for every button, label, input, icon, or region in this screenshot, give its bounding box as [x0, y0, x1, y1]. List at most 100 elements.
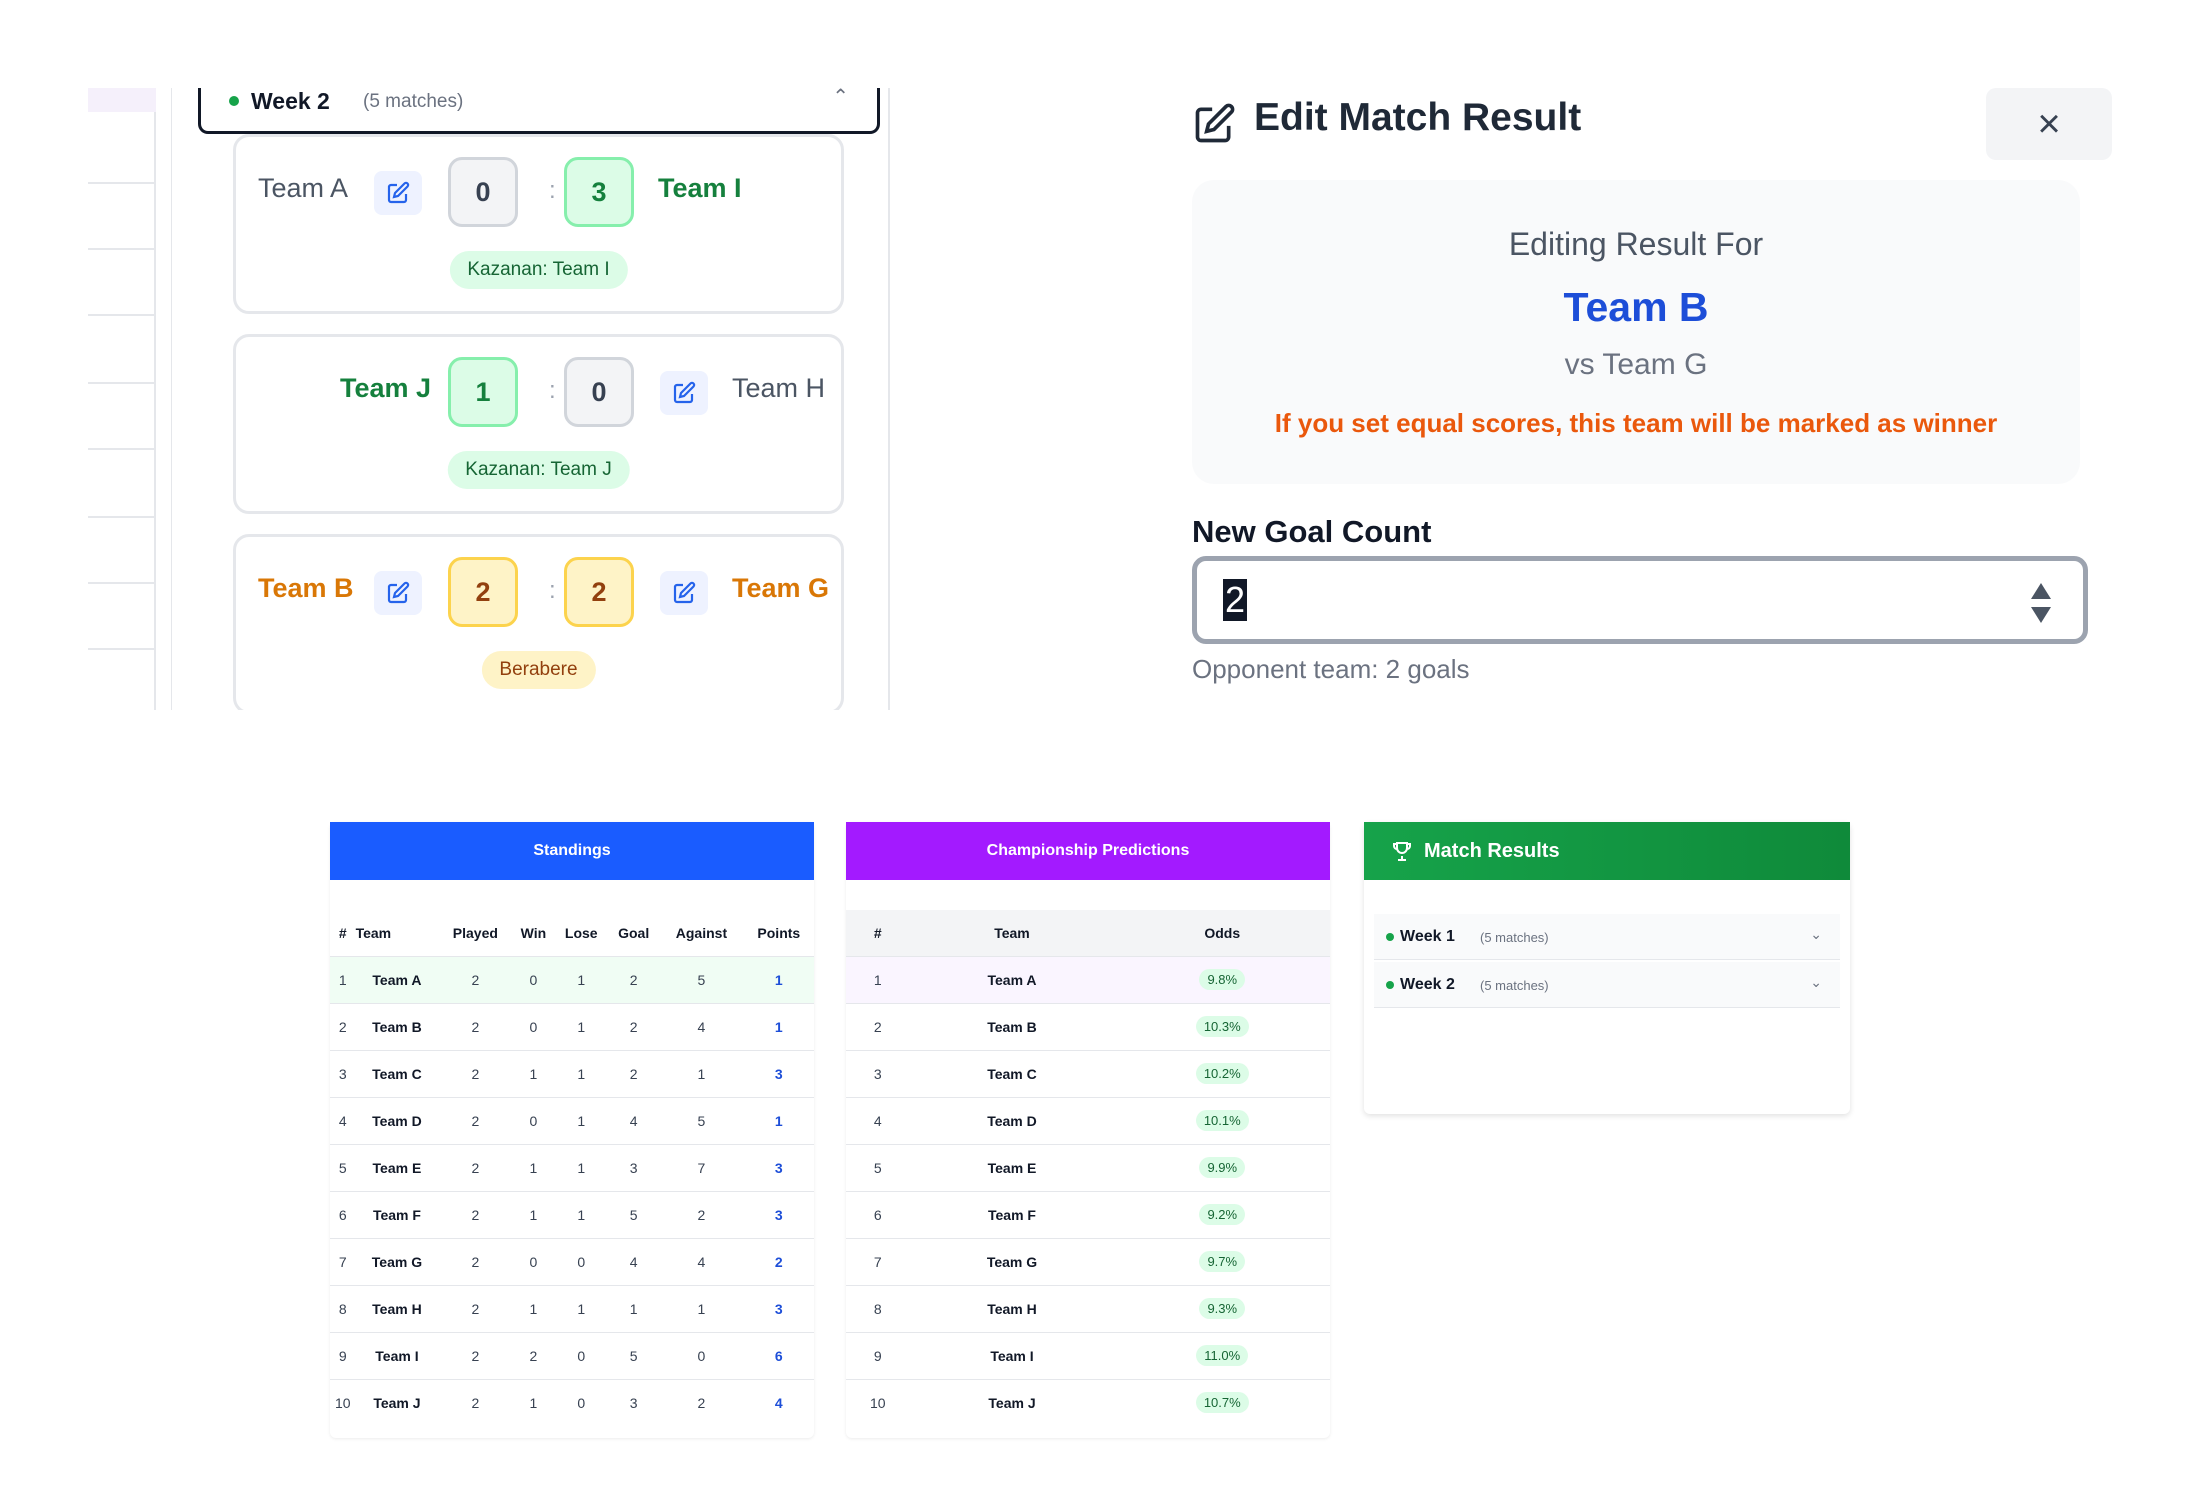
team-cell: Team F	[909, 1190, 1115, 1238]
rank-cell: 7	[330, 1237, 356, 1285]
match-results-header: Match Results	[1364, 822, 1850, 880]
win-cell: 1	[512, 1190, 555, 1238]
win-cell: 2	[512, 1331, 555, 1379]
number-stepper[interactable]	[2029, 581, 2053, 625]
team-cell: Team G	[355, 1237, 439, 1285]
table-row: 9 Team I220506	[330, 1331, 814, 1379]
standings-table: # Team Played Win Lose Goal Against Poin…	[330, 910, 814, 1426]
away-score[interactable]: 3	[564, 157, 634, 227]
team-cell: Team C	[355, 1049, 439, 1097]
col-played: Played	[438, 910, 513, 956]
chevron-down-icon[interactable]: ⌄	[1810, 974, 1822, 991]
close-button[interactable]: ×	[1986, 88, 2112, 160]
rank-cell: 1	[846, 955, 910, 1003]
status-dot	[1386, 933, 1394, 941]
rank-cell: 7	[846, 1237, 910, 1285]
rank-cell: 10	[330, 1378, 356, 1426]
lose-cell: 0	[554, 1378, 609, 1426]
odds-cell: 9.9%	[1114, 1143, 1330, 1191]
home-score[interactable]: 1	[448, 357, 518, 427]
team-cell: Team H	[355, 1284, 439, 1332]
week-2-header[interactable]: Week 2 (5 matches) ⌃	[198, 88, 880, 134]
table-row: 5 Team E211373	[330, 1143, 814, 1191]
team-cell: Team I	[909, 1331, 1115, 1379]
odds-cell: 10.7%	[1114, 1378, 1330, 1426]
rank-cell: 10	[846, 1378, 910, 1426]
table-row: 6 Team F211523	[330, 1190, 814, 1238]
result-badge: Berabere	[481, 651, 596, 689]
editing-label: Editing Result For	[1508, 226, 1764, 262]
against-cell: 0	[659, 1331, 744, 1379]
goal-cell: 2	[608, 955, 660, 1003]
table-row: 3 Team C 10.2%	[846, 1049, 1330, 1097]
table-row: 7 Team G 9.7%	[846, 1237, 1330, 1285]
home-score[interactable]: 0	[448, 157, 518, 227]
week-2-row[interactable]: Week 2 (5 matches) ⌄	[1374, 962, 1840, 1008]
home-team: Team B	[258, 573, 354, 603]
edit-icon	[387, 581, 410, 604]
close-icon: ×	[2037, 101, 2061, 146]
status-dot	[1386, 981, 1394, 989]
edit-home-button[interactable]	[374, 571, 422, 615]
against-cell: 4	[659, 1002, 744, 1050]
odds-badge: 9.3%	[1199, 1298, 1246, 1319]
standings-card: Standings # Team Played Win Lose Goal Ag…	[330, 822, 814, 1438]
table-row: 4 Team D201451	[330, 1096, 814, 1144]
home-score[interactable]: 2	[448, 557, 518, 627]
score-separator: :	[549, 377, 556, 404]
against-cell: 7	[659, 1143, 744, 1191]
edit-away-button[interactable]	[660, 371, 708, 415]
lose-cell: 1	[554, 1002, 609, 1050]
editing-team: Team B	[1563, 284, 1709, 330]
goal-count-input[interactable]: 2	[1192, 556, 2088, 644]
chevron-down-icon[interactable]: ⌄	[1810, 926, 1822, 943]
away-score[interactable]: 2	[564, 557, 634, 627]
goal-cell: 3	[608, 1378, 660, 1426]
away-score[interactable]: 0	[564, 357, 634, 427]
goal-cell: 5	[608, 1190, 660, 1238]
table-header-row: # Team Played Win Lose Goal Against Poin…	[330, 910, 814, 956]
away-team: Team H	[732, 373, 826, 403]
played-cell: 2	[438, 1237, 513, 1285]
odds-badge: 10.3%	[1195, 1016, 1249, 1037]
points-cell: 4	[743, 1378, 814, 1426]
odds-cell: 9.7%	[1114, 1237, 1330, 1285]
rank-cell: 9	[330, 1331, 356, 1379]
table-row: 6 Team F 9.2%	[846, 1190, 1330, 1238]
edit-icon	[673, 381, 696, 404]
rank-cell: 5	[330, 1143, 356, 1191]
chevron-up-icon[interactable]: ⌃	[832, 88, 849, 109]
edit-home-button[interactable]	[374, 171, 422, 215]
odds-badge: 10.7%	[1195, 1392, 1249, 1414]
team-cell: Team D	[909, 1096, 1115, 1144]
col-rank: #	[846, 910, 910, 956]
win-cell: 1	[512, 1049, 555, 1097]
odds-cell: 9.3%	[1114, 1284, 1330, 1332]
lose-cell: 1	[554, 1049, 609, 1097]
goal-cell: 2	[608, 1002, 660, 1050]
points-cell: 3	[743, 1049, 814, 1097]
points-cell: 1	[743, 955, 814, 1003]
modal-title: Edit Match Result	[1254, 96, 1582, 139]
match-card: Team A 0 : 3 Team I Kazanan: Team I	[233, 134, 844, 314]
rank-cell: 9	[846, 1331, 910, 1379]
rank-cell: 6	[330, 1190, 356, 1238]
match-card: Team B 2 : 2 Team G Berabere	[233, 534, 844, 710]
team-cell: Team J	[909, 1378, 1115, 1426]
week-1-row[interactable]: Week 1 (5 matches) ⌄	[1374, 914, 1840, 960]
odds-cell: 9.2%	[1114, 1190, 1330, 1238]
odds-cell: 11.0%	[1114, 1331, 1330, 1379]
odds-cell: 9.8%	[1114, 955, 1330, 1003]
lose-cell: 0	[554, 1331, 609, 1379]
predictions-table: # Team Odds 1 Team A 9.8% 2 Team B 10.3% 3 Team…	[846, 910, 1330, 1426]
points-cell: 1	[743, 1002, 814, 1050]
rank-cell: 1	[330, 955, 356, 1003]
against-cell: 4	[659, 1237, 744, 1285]
played-cell: 2	[438, 955, 513, 1003]
edit-away-button[interactable]	[660, 571, 708, 615]
team-cell: Team E	[355, 1143, 439, 1191]
week-match-count: (5 matches)	[1480, 978, 1549, 993]
rank-cell: 3	[846, 1049, 910, 1097]
against-cell: 2	[659, 1190, 744, 1238]
odds-badge: 9.8%	[1199, 969, 1246, 990]
